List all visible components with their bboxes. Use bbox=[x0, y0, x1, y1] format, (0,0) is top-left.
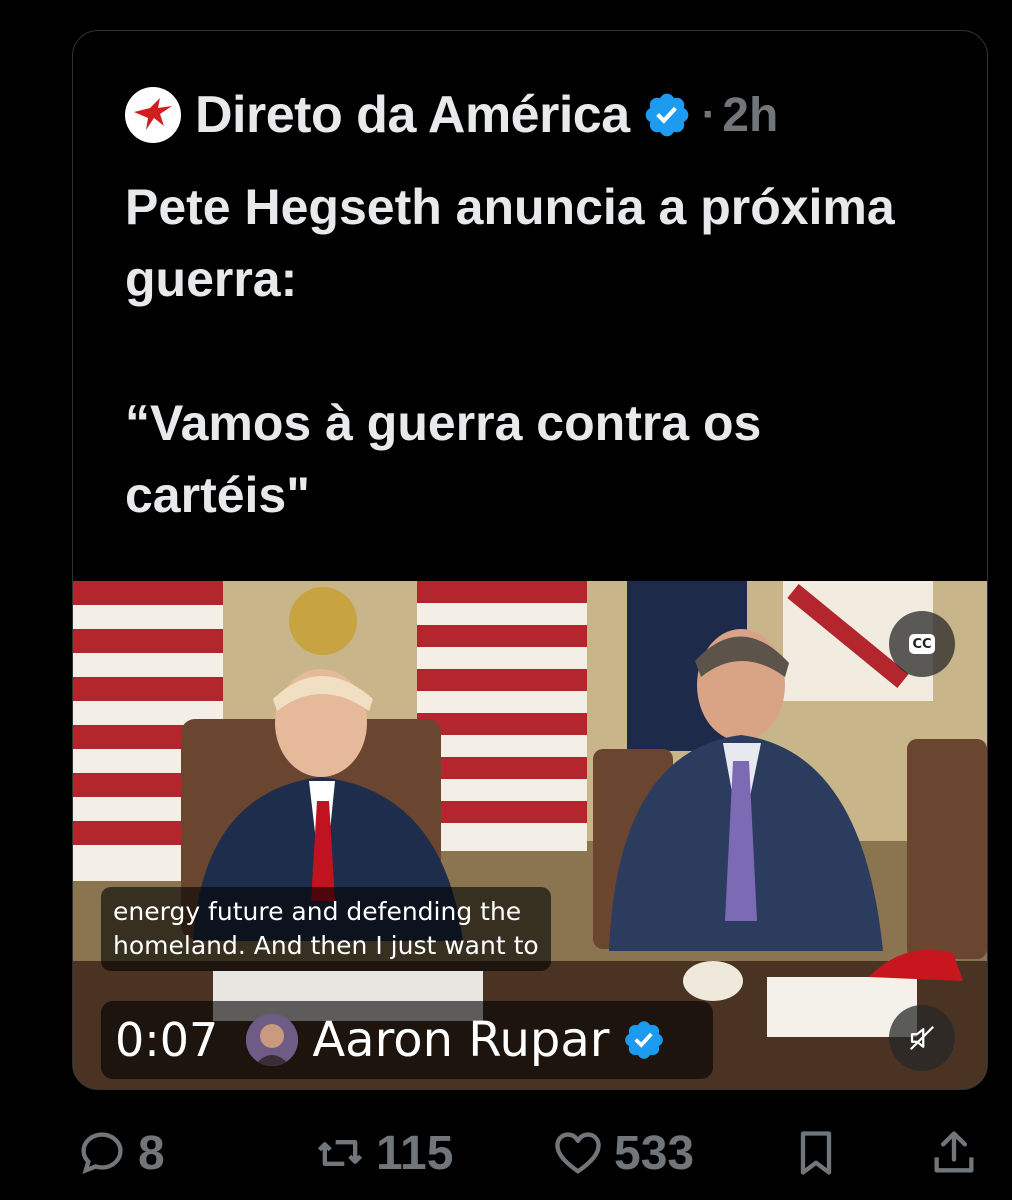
tweet-actions: 8 115 533 bbox=[76, 1120, 986, 1186]
tweet-header: Direto da América · 2h bbox=[125, 85, 778, 145]
separator-dot: · bbox=[701, 90, 717, 139]
video-info-bar: 0:07 Aaron Rupar bbox=[101, 1001, 713, 1079]
tweet-timestamp[interactable]: 2h bbox=[722, 88, 778, 143]
repost-button[interactable]: 115 bbox=[314, 1120, 453, 1186]
bookmark-icon bbox=[800, 1131, 832, 1175]
like-button[interactable]: 533 bbox=[552, 1120, 694, 1186]
cc-icon: CC bbox=[909, 634, 935, 654]
video-caption: energy future and defending the homeland… bbox=[101, 887, 551, 971]
verified-badge-icon bbox=[645, 93, 688, 137]
speaker-muted-icon bbox=[909, 1025, 935, 1051]
eagle-logo-icon bbox=[134, 98, 172, 130]
reply-icon bbox=[81, 1132, 123, 1174]
author-avatar[interactable] bbox=[125, 87, 181, 143]
verified-badge-icon bbox=[624, 1021, 663, 1059]
video-author-name[interactable]: Aaron Rupar bbox=[312, 1012, 609, 1068]
bookmark-button[interactable] bbox=[790, 1120, 842, 1186]
video-author-avatar[interactable] bbox=[246, 1014, 299, 1066]
reply-count: 8 bbox=[138, 1126, 165, 1180]
tweet-text: Pete Hegseth anuncia a próxima guerra: “… bbox=[125, 179, 895, 523]
tweet-card[interactable]: Direto da América · 2h Pete Hegseth anun… bbox=[72, 30, 988, 1090]
person-avatar-icon bbox=[246, 1014, 299, 1066]
share-icon bbox=[934, 1131, 974, 1173]
video-timer: 0:07 bbox=[115, 1013, 219, 1067]
mute-button[interactable] bbox=[889, 1005, 955, 1071]
captions-button[interactable]: CC bbox=[889, 611, 955, 677]
author-name[interactable]: Direto da América bbox=[195, 85, 630, 145]
video-player[interactable]: CC energy future and defending the homel… bbox=[73, 581, 987, 1089]
share-button[interactable] bbox=[928, 1120, 980, 1186]
heart-icon bbox=[555, 1132, 601, 1174]
reply-button[interactable]: 8 bbox=[76, 1120, 165, 1186]
repost-icon bbox=[317, 1140, 363, 1166]
flag-center bbox=[417, 581, 587, 851]
repost-count: 115 bbox=[376, 1126, 454, 1180]
like-count: 533 bbox=[614, 1126, 695, 1180]
